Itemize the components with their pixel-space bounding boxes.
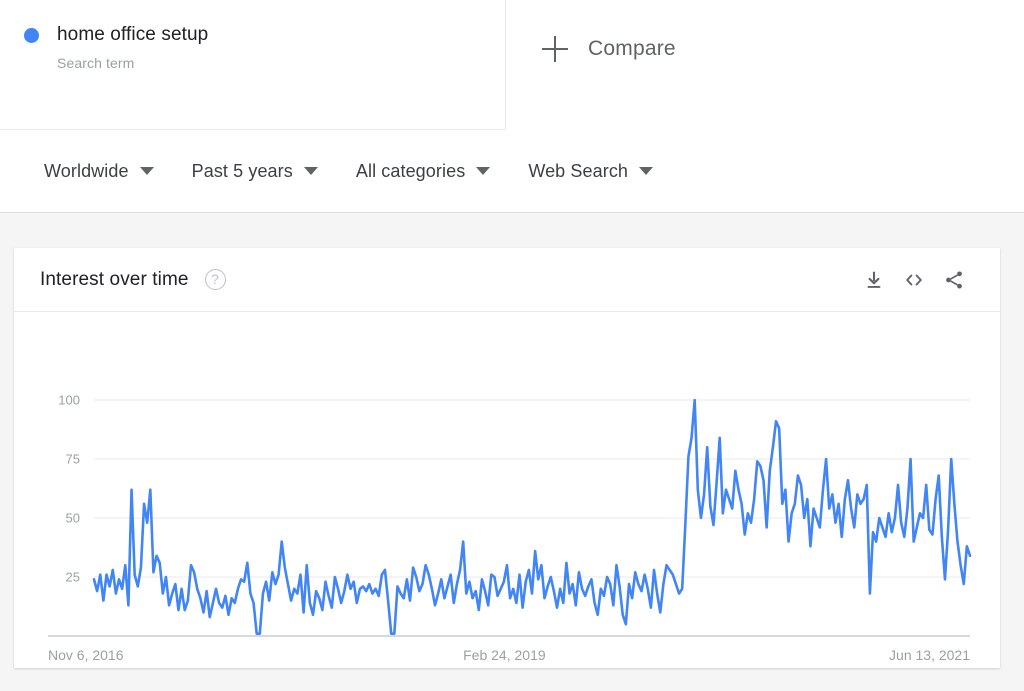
compare-label: Compare (588, 37, 676, 60)
filter-category[interactable]: All categories (355, 160, 491, 182)
card-header: Interest over time ? (14, 248, 1000, 312)
embed-code-icon[interactable] (894, 260, 934, 300)
y-axis-tick-label: 100 (58, 393, 80, 408)
y-axis-tick-label: 75 (66, 452, 80, 467)
x-axis-tick-label: Jun 13, 2021 (889, 647, 970, 663)
filter-location-label: Worldwide (44, 160, 129, 181)
plus-icon (542, 36, 568, 62)
y-axis-tick-label: 50 (66, 511, 80, 526)
trend-chart-svg: 100 75 50 25 Nov 6, 2016 Feb 24, 2019 Jun 13, … (48, 393, 972, 663)
filter-category-label: All categories (355, 160, 466, 181)
search-term-label: home office setup (57, 24, 209, 45)
search-term-row: home office setup (24, 22, 208, 48)
search-term-type: Search term (57, 55, 135, 71)
filter-time-range[interactable]: Past 5 years (192, 161, 318, 182)
filter-search-type[interactable]: Web Search (528, 160, 654, 182)
x-axis-tick-label: Nov 6, 2016 (48, 647, 124, 663)
share-icon[interactable] (934, 260, 974, 300)
compare-card[interactable]: Compare (506, 0, 1024, 130)
filter-time-range-label: Past 5 years (191, 160, 293, 181)
search-term-content: home office setup Search term (24, 22, 208, 73)
compare-button[interactable]: Compare (542, 36, 676, 62)
chevron-down-icon (476, 167, 491, 175)
trend-line-series (92, 398, 972, 635)
trend-chart[interactable]: 100 75 50 25 Nov 6, 2016 Feb 24, 2019 Jun 13, … (14, 312, 1000, 667)
series-color-dot-icon (24, 27, 39, 43)
filters-bar: Worldwide Past 5 years All categories We… (0, 130, 1024, 213)
x-axis-tick-label: Feb 24, 2019 (463, 647, 546, 663)
card-actions (854, 260, 974, 300)
y-axis-tick-label: 25 (66, 570, 80, 585)
search-term-card[interactable]: home office setup Search term (0, 0, 506, 130)
chevron-down-icon (639, 167, 654, 175)
help-icon[interactable]: ? (204, 269, 226, 290)
filter-location[interactable]: Worldwide (44, 161, 154, 182)
interest-over-time-card: Interest over time ? 100 75 50 25 Nov 6,… (14, 248, 1000, 668)
page-title: Interest over time (40, 268, 189, 290)
download-icon[interactable] (854, 260, 894, 300)
google-trends-page: home office setup Search term Compare Wo… (0, 0, 1024, 691)
search-terms-bar: home office setup Search term Compare (0, 0, 1024, 130)
chevron-down-icon (139, 167, 154, 175)
chevron-down-icon (303, 167, 318, 175)
filter-search-type-label: Web Search (528, 160, 629, 181)
